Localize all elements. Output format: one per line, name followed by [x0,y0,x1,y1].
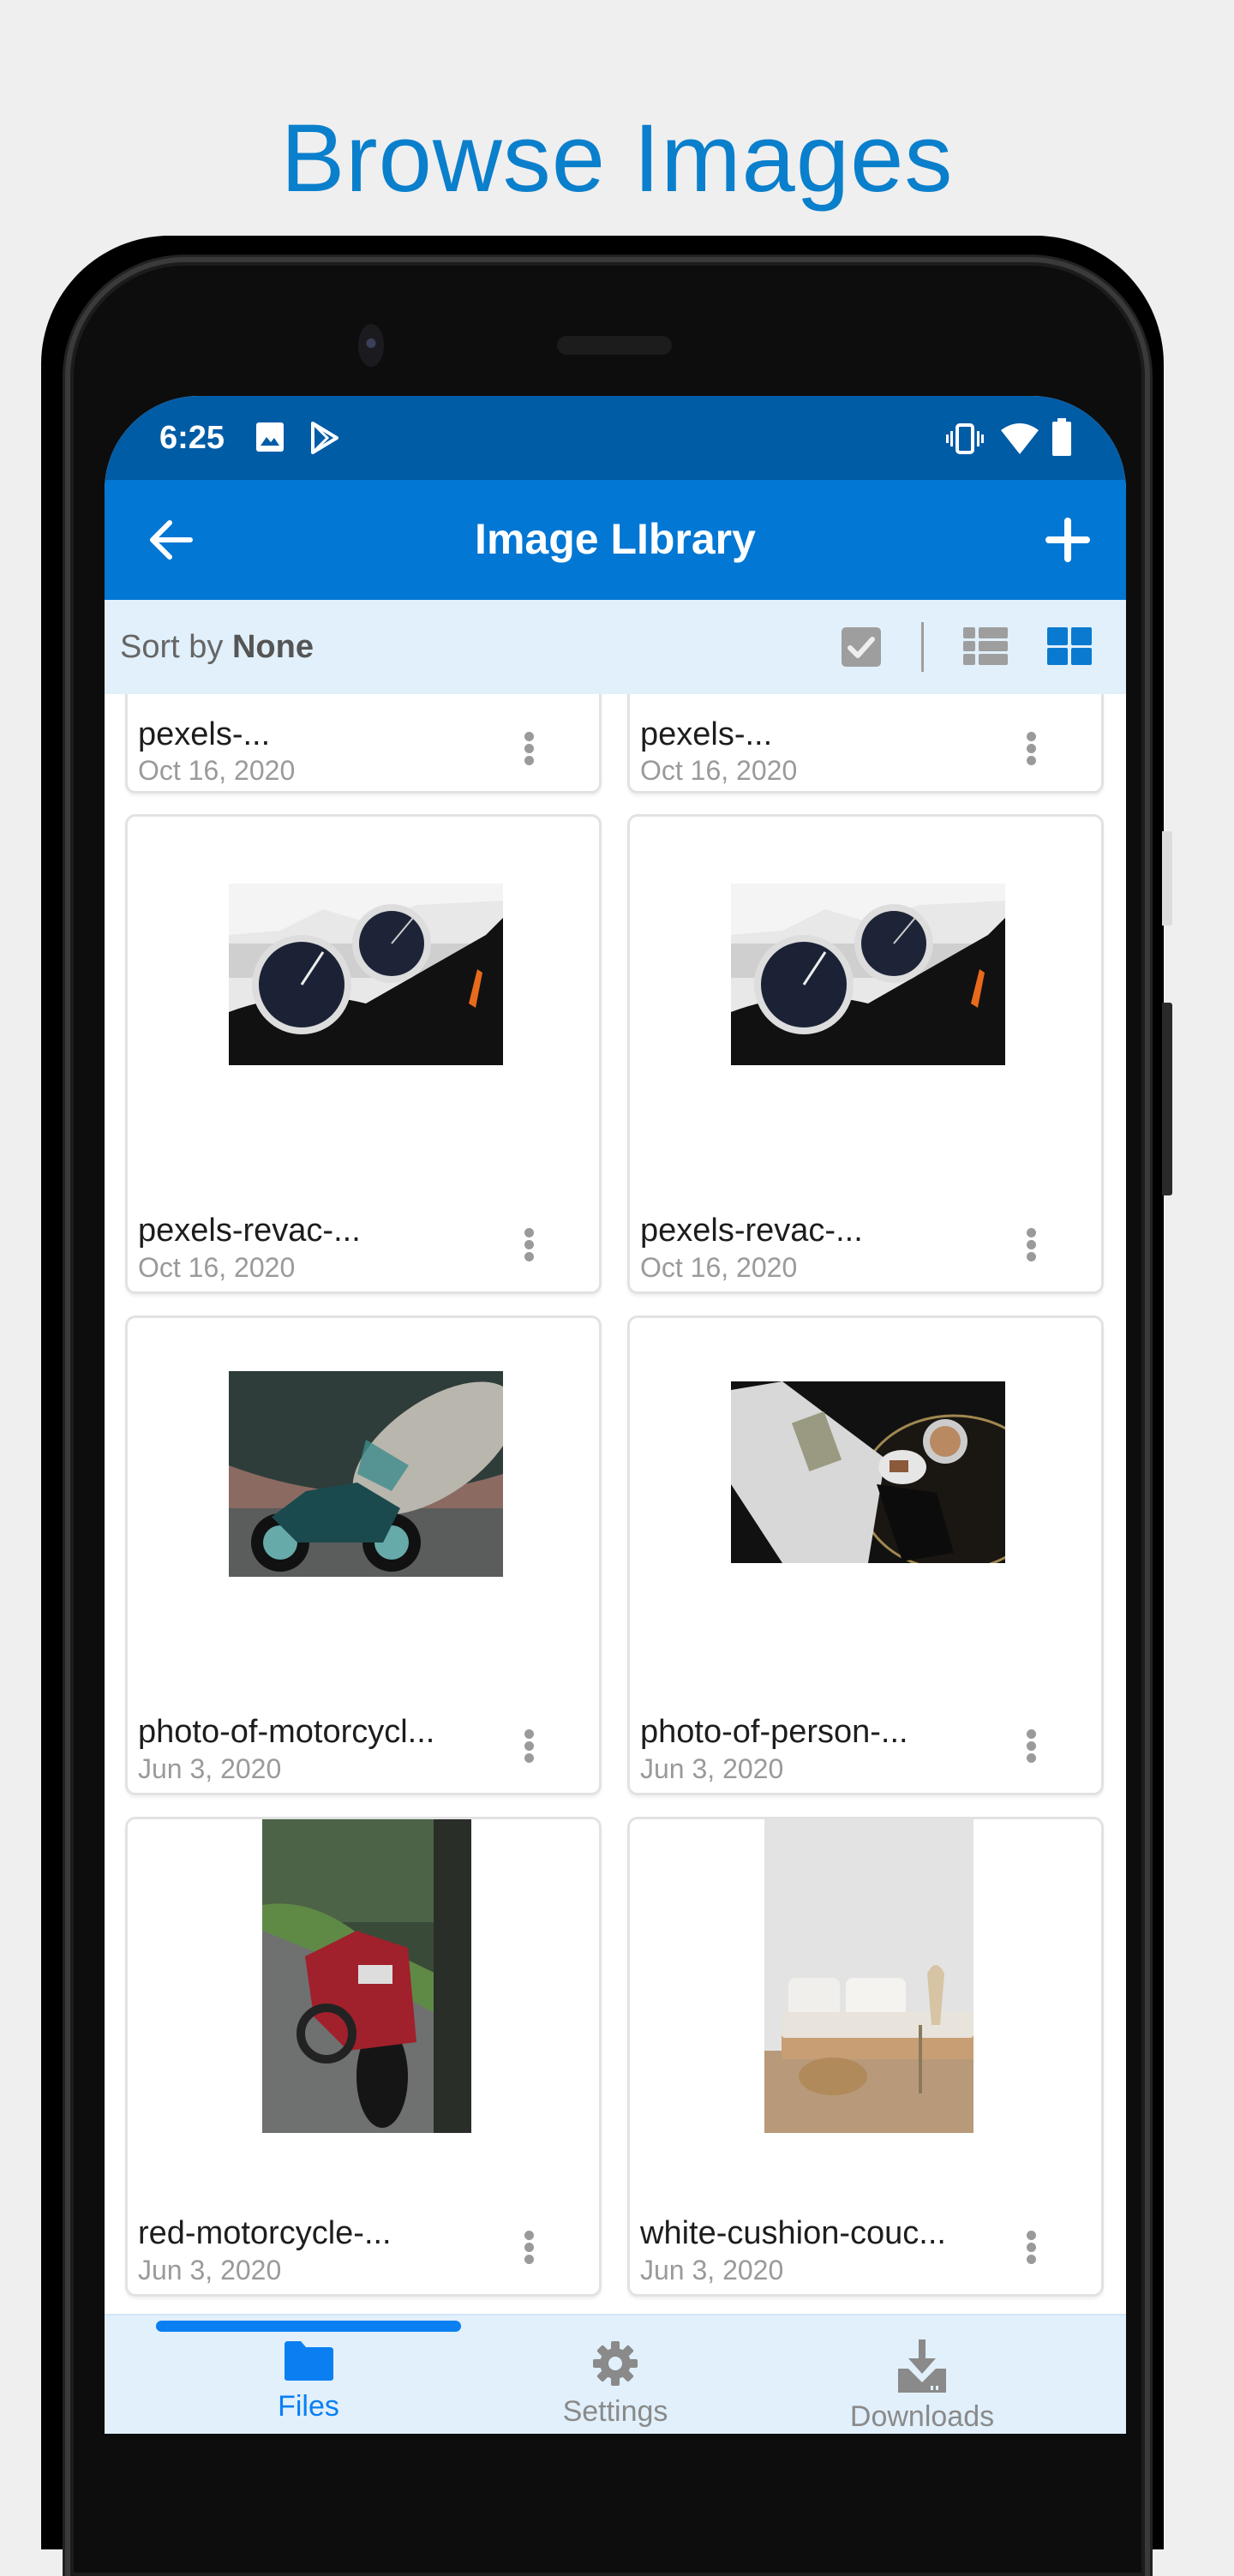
download-icon [896,2339,948,2396]
image-name: pexels-revac-... [640,1213,863,1249]
more-vert-icon [518,1228,539,1261]
more-options-button[interactable] [1021,1727,1041,1770]
image-thumbnail [764,1819,973,2133]
phone-volume-button [1162,1003,1172,1195]
list-view-button[interactable] [961,626,1009,668]
image-card[interactable]: photo-of-motorcycl... Jun 3, 2020 [125,1315,602,1795]
nav-tab-downloads[interactable]: Downloads [811,2339,1033,2434]
front-camera [358,324,384,367]
battery-icon [1051,418,1073,460]
image-date: Jun 3, 2020 [138,2255,282,2285]
image-name: photo-of-motorcycl... [138,1714,435,1750]
image-thumbnail [229,1371,503,1577]
list-view-icon [961,627,1009,670]
sort-prefix: Sort by [120,629,224,665]
checkbox-icon [840,627,883,672]
image-name: pexels-... [640,716,773,752]
more-options-button[interactable] [1021,1225,1041,1268]
bottom-navigation: Files Settings Downloads [105,2314,1126,2434]
sort-dropdown[interactable]: Sort by None [120,629,314,666]
image-notification-icon [255,422,285,457]
image-card[interactable]: red-motorcycle-... Jun 3, 2020 [125,1817,602,2297]
image-card[interactable]: pexels-... Oct 16, 2020 [125,694,602,794]
more-vert-icon [1021,1228,1041,1261]
more-vert-icon [518,1729,539,1763]
more-options-button[interactable] [518,2228,539,2271]
phone-power-button [1162,831,1172,926]
page-title: Image LIbrary [475,515,756,563]
play-store-icon [310,422,339,458]
status-time: 6:25 [159,420,225,456]
sort-toolbar: Sort by None [105,600,1126,694]
image-date: Oct 16, 2020 [640,755,798,786]
sort-value: None [231,629,314,665]
more-options-button[interactable] [1021,2228,1041,2271]
nav-tab-settings[interactable]: Settings [504,2339,727,2429]
grid-view-button[interactable] [1045,626,1093,668]
vibrate-icon [946,423,984,458]
image-name: pexels-... [138,716,271,752]
image-name: pexels-revac-... [138,1213,361,1249]
more-vert-icon [518,2231,539,2264]
folder-icon [282,2341,335,2386]
nav-label: Downloads [849,2400,995,2433]
wifi-icon [1001,422,1039,460]
status-bar: 6:25 [105,396,1126,480]
image-card[interactable]: pexels-... Oct 16, 2020 [627,694,1104,794]
promo-title: Browse Images [280,105,954,212]
more-options-button[interactable] [518,1727,539,1770]
select-all-button[interactable] [840,626,883,668]
image-thumbnail [262,1819,471,2133]
image-date: Jun 3, 2020 [640,1753,784,1784]
image-card[interactable]: pexels-revac-... Oct 16, 2020 [125,814,602,1294]
image-date: Jun 3, 2020 [640,2255,784,2285]
nav-tab-files[interactable]: Files [197,2339,420,2423]
phone-screen: 6:25 Image LIbrary Sort by None pexels-.… [105,396,1126,2434]
more-options-button[interactable] [518,1225,539,1268]
image-name: white-cushion-couc... [640,2215,946,2251]
image-thumbnail [731,884,1005,1065]
more-options-button[interactable] [518,729,539,772]
gear-icon [591,2341,639,2391]
more-options-button[interactable] [1021,729,1041,772]
image-thumbnail [731,1381,1005,1563]
image-card[interactable]: photo-of-person-... Jun 3, 2020 [627,1315,1104,1795]
image-card[interactable]: white-cushion-couc... Jun 3, 2020 [627,1817,1104,2297]
more-vert-icon [1021,2231,1041,2264]
nav-label: Settings [562,2395,668,2428]
image-name: photo-of-person-... [640,1714,908,1750]
image-grid: pexels-... Oct 16, 2020 pexels-... Oct 1… [105,694,1126,2314]
image-date: Jun 3, 2020 [138,1753,282,1784]
more-vert-icon [1021,1729,1041,1763]
plus-icon [1040,518,1095,571]
image-name: red-motorcycle-... [138,2215,392,2251]
image-date: Oct 16, 2020 [640,1252,798,1283]
more-vert-icon [518,732,539,765]
active-tab-indicator [156,2321,461,2332]
image-card[interactable]: pexels-revac-... Oct 16, 2020 [627,814,1104,1294]
nav-label: Files [278,2390,339,2423]
more-vert-icon [1021,732,1041,765]
image-date: Oct 16, 2020 [138,1252,296,1283]
toolbar-divider [921,622,924,672]
earpiece-speaker [557,336,672,355]
image-thumbnail [229,884,503,1065]
add-image-button[interactable] [1040,512,1095,567]
image-date: Oct 16, 2020 [138,755,296,786]
grid-view-icon [1045,627,1093,670]
app-bar: Image LIbrary [105,480,1126,600]
